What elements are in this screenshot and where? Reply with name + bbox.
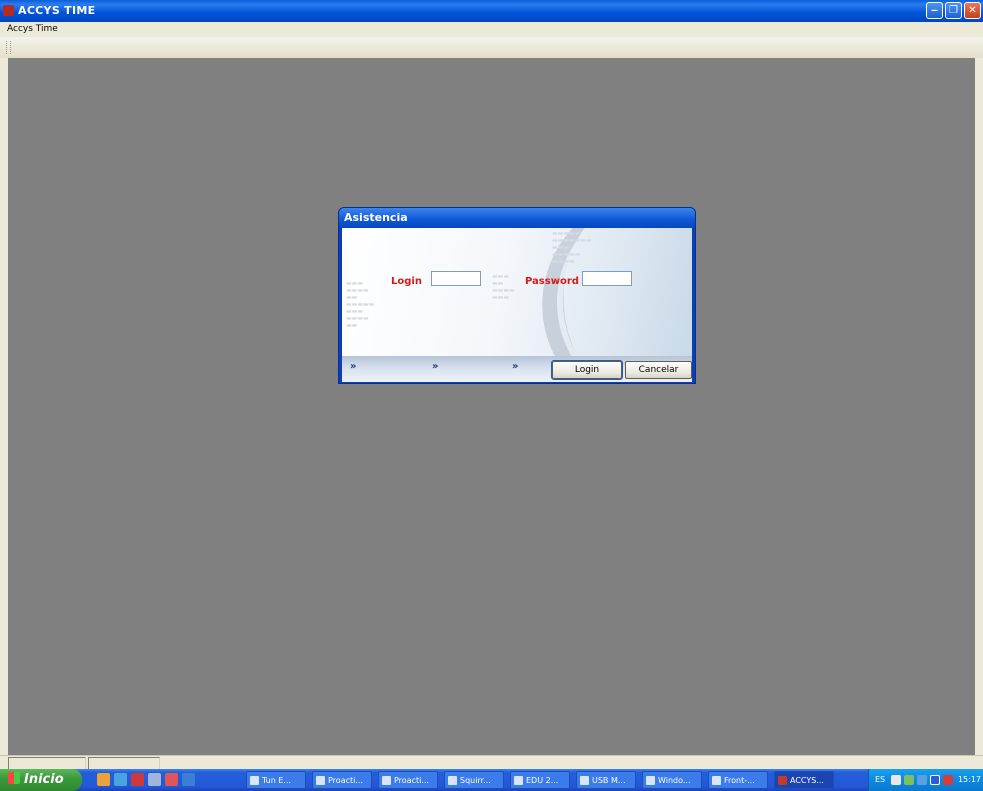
login-button[interactable]: Login: [551, 360, 623, 380]
taskbar-button[interactable]: EDU 2...: [510, 771, 570, 789]
taskbar-button[interactable]: USB M...: [576, 771, 636, 789]
show-desktop-icon[interactable]: [97, 773, 110, 786]
taskbar-button[interactable]: Squirr...: [444, 771, 504, 789]
dialog-title[interactable]: Asistencia: [339, 208, 695, 228]
network-icon: [382, 776, 391, 785]
window-right-border: [975, 58, 983, 758]
password-input[interactable]: [582, 271, 632, 286]
chevron-right-icon: »: [432, 361, 439, 372]
statusbar: [0, 755, 983, 770]
dialog-footer: » » » Login Cancelar: [342, 356, 692, 382]
browser-icon[interactable]: [114, 773, 127, 786]
taskbar-button-label: Front-...: [724, 776, 755, 785]
tray-icon[interactable]: [917, 775, 927, 785]
password-label: Password: [525, 276, 579, 287]
taskbar-button[interactable]: Tun E...: [246, 771, 306, 789]
login-label: Login: [391, 276, 422, 287]
ie-icon: [646, 776, 655, 785]
calendar-icon: [514, 776, 523, 785]
window-titlebar[interactable]: ACCYS TIME ‒ ❐ ✕: [0, 0, 983, 22]
start-label: Inicio: [24, 772, 64, 787]
taskbar-button-label: Proacti...: [328, 776, 363, 785]
taskbar-button[interactable]: Front-...: [708, 771, 768, 789]
network-icon[interactable]: [904, 775, 914, 785]
taskbar-button[interactable]: ACCYS...: [774, 771, 834, 789]
taskbar-button-label: Squirr...: [460, 776, 491, 785]
tray-icon[interactable]: [930, 775, 940, 785]
app-icon: [778, 776, 787, 785]
taskbar-button-label: EDU 2...: [526, 776, 559, 785]
restore-icon[interactable]: ❐: [945, 2, 962, 19]
mdi-workspace: [8, 58, 975, 755]
taskbar-button-label: USB M...: [592, 776, 626, 785]
folder-icon: [580, 776, 589, 785]
window-title: ACCYS TIME: [18, 4, 96, 17]
taskbar-button[interactable]: Proacti...: [378, 771, 438, 789]
taskbar-button-label: Tun E...: [262, 776, 292, 785]
ie-icon[interactable]: [182, 773, 195, 786]
taskbar: Inicio Tun E... Proacti... Proacti... Sq…: [0, 769, 983, 791]
window-controls: ‒ ❐ ✕: [926, 2, 981, 19]
ie-icon: [448, 776, 457, 785]
window-icon: [712, 776, 721, 785]
chevron-right-icon: »: [350, 361, 357, 372]
windows-logo-icon: [8, 772, 20, 784]
taskbar-button-label: Windo...: [658, 776, 691, 785]
start-button[interactable]: Inicio: [0, 769, 82, 791]
network-icon: [316, 776, 325, 785]
cancel-button[interactable]: Cancelar: [625, 361, 692, 379]
media-icon[interactable]: [165, 773, 178, 786]
background-watermark: ▬▬▬ ▬▬▬▬ ▬▬ ▬▬▬▬▬ ▬▬▬ ▬▬▬▬ ▬▬: [346, 280, 375, 329]
window-left-border: [0, 58, 8, 758]
taskbar-button[interactable]: Windo...: [642, 771, 702, 789]
menubar: Accys Time: [0, 22, 983, 37]
system-tray: ES 15:17: [868, 769, 983, 791]
login-input[interactable]: [431, 271, 481, 286]
minimize-icon[interactable]: ‒: [926, 2, 943, 19]
login-dialog: Asistencia ▬▬▬ ▬▬▬▬ ▬▬ ▬▬▬▬▬ ▬▬▬ ▬▬▬▬ ▬▬ ▬▬▬ ▬▬…: [338, 207, 696, 384]
language-indicator[interactable]: ES: [875, 769, 885, 791]
menu-item-accys-time[interactable]: Accys Time: [7, 24, 58, 34]
dialog-body: ▬▬▬ ▬▬▬▬ ▬▬ ▬▬▬▬▬ ▬▬▬ ▬▬▬▬ ▬▬ ▬▬▬ ▬▬ ▬▬▬▬ ▬▬▬ ▬▬▬…: [342, 228, 692, 356]
taskbar-button-label: ACCYS...: [790, 776, 824, 785]
clock[interactable]: 15:17: [958, 769, 981, 791]
window-icon: [250, 776, 259, 785]
network-icon[interactable]: [148, 773, 161, 786]
tray-icon[interactable]: [891, 775, 901, 785]
taskbar-button-label: Proacti...: [394, 776, 429, 785]
chevron-right-icon: »: [512, 361, 519, 372]
toolbar: [0, 37, 983, 59]
toolbar-grip[interactable]: [6, 41, 11, 54]
tray-icon[interactable]: [943, 775, 953, 785]
taskbar-button[interactable]: Proacti...: [312, 771, 372, 789]
calendar-icon[interactable]: [131, 773, 144, 786]
app-icon: [3, 5, 14, 16]
close-icon[interactable]: ✕: [964, 2, 981, 19]
